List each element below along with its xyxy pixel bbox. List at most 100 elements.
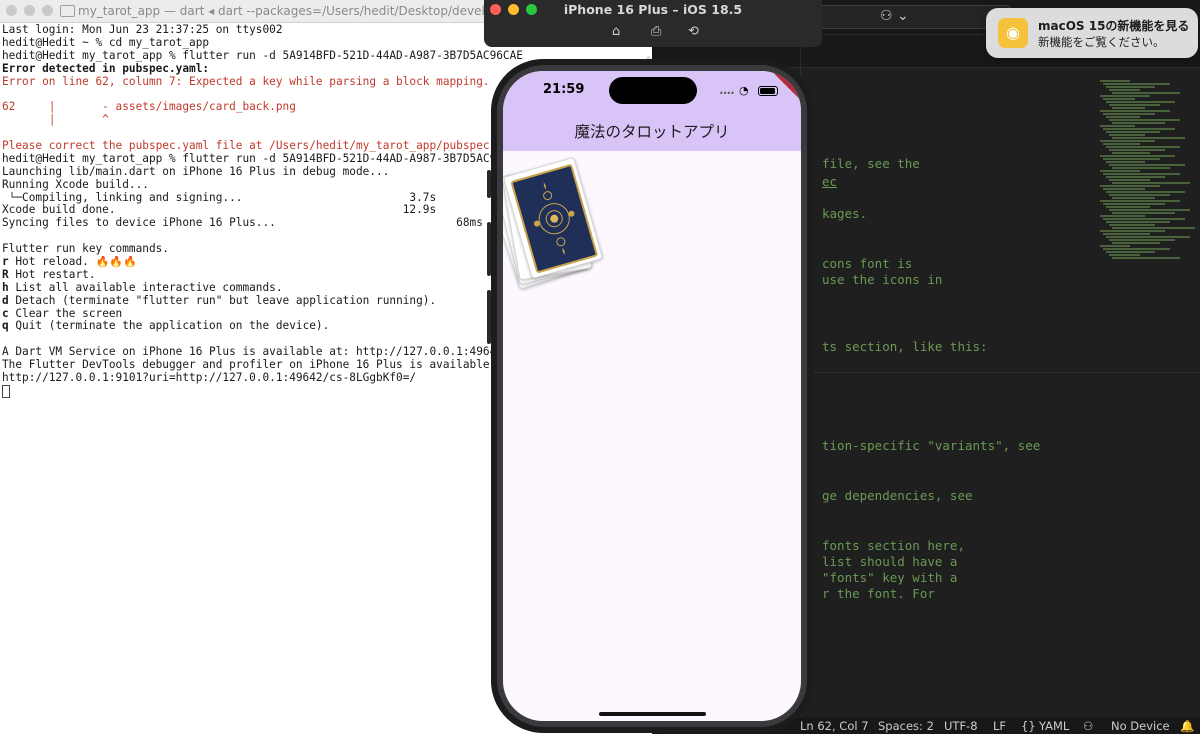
command-key: r [2,256,9,269]
minimap-line [1112,257,1180,259]
code-comment-line: ge dependencies, see [822,488,973,503]
command-description: Detach (terminate "flutter run" but leav… [8,294,437,307]
close-button[interactable] [6,5,17,16]
minimap-line [1103,128,1175,130]
code-comment-line: r the font. For [822,586,935,601]
wifi-icon: ◔ [739,84,749,97]
copilot-status-icon[interactable]: ⚇ [1083,719,1093,733]
command-description: Quit (terminate the application on the d… [8,320,330,333]
minimap-line [1106,131,1160,133]
code-comment-line: cons font is [822,256,913,271]
minimap-line [1112,182,1190,184]
minimap-line [1106,161,1145,163]
lightbulb-icon: ◉ [1006,23,1020,42]
minimap-line [1109,194,1170,196]
minimap-line [1106,146,1180,148]
celestial-sun-icon [533,182,575,256]
minimap-line [1103,218,1185,220]
minimap-line [1109,254,1140,256]
minimap-line [1100,200,1180,202]
home-indicator[interactable] [599,712,706,716]
minimap-line [1109,224,1155,226]
app-screen[interactable]: 21:59 •••• ◔ DEBUG 魔法のタロットアプリ [503,71,801,721]
command-description: Hot reload. 🔥🔥🔥 [8,256,137,269]
minimap-line [1100,125,1135,127]
iphone-device: 21:59 •••• ◔ DEBUG 魔法のタロットアプリ [491,59,813,733]
minimap-line [1112,167,1170,169]
minimap-line [1100,140,1155,142]
editor-rule [800,372,1200,373]
minimap-line [1109,119,1180,121]
editor-minimap[interactable] [1100,80,1195,270]
minimap-line [1109,239,1175,241]
minimap-line [1112,227,1195,229]
tarot-card-deck[interactable] [503,156,610,301]
cellular-signal-icon: •••• [719,89,735,98]
screenshot-icon[interactable]: ⎙ [651,24,661,39]
minimap-line [1109,149,1165,151]
braces-icon: {} [1021,719,1036,733]
minimap-line [1100,170,1140,172]
line-ending[interactable]: LF [993,719,1006,733]
device-selector[interactable]: No Device [1111,719,1170,733]
language-mode[interactable]: YAML [1039,719,1069,733]
indent-setting[interactable]: Spaces: 2 [878,719,934,733]
command-key: d [2,294,9,307]
notifications-bell-icon[interactable]: 🔔 [1180,719,1194,733]
minimap-line [1100,245,1130,247]
minimap-line [1109,209,1190,211]
cursor-position[interactable]: Ln 62, Col 7 [800,719,869,733]
terminal-title: my_tarot_app — dart ◂ dart --packages=/U… [78,4,500,18]
minimap-line [1103,173,1180,175]
minimap-line [1112,92,1180,94]
minimap-line [1112,122,1165,124]
minimap-line [1100,95,1150,97]
minimap-line [1109,89,1140,91]
command-key: h [2,281,9,294]
minimap-line [1100,185,1160,187]
battery-icon [758,86,778,96]
minimap-line [1103,233,1150,235]
status-time: 21:59 [543,82,585,97]
command-description: Hot restart. [8,268,96,281]
rotate-icon[interactable]: ⟲ [688,24,699,39]
minimap-line [1103,83,1170,85]
minimap-line [1100,215,1145,217]
code-comment-line: use the icons in [822,272,943,287]
minimap-line [1106,221,1170,223]
minimap-line [1112,137,1185,139]
notification-title: macOS 15の新機能を見る [1038,19,1190,33]
minimize-button[interactable] [24,5,35,16]
code-comment-line: fonts section here, [822,538,965,553]
minimap-line [1100,110,1170,112]
code-comment-line: ts section, like this: [822,339,988,354]
minimap-line [1112,212,1175,214]
home-icon[interactable]: ⌂ [612,24,620,39]
simulator-title: iPhone 16 Plus – iOS 18.5 [563,2,743,17]
app-bar: 21:59 •••• ◔ DEBUG 魔法のタロットアプリ [503,71,801,151]
minimap-line [1103,188,1145,190]
minimap-line [1112,197,1155,199]
minimap-line [1106,116,1140,118]
app-title: 魔法のタロットアプリ [574,123,730,141]
minimap-line [1103,158,1160,160]
minimap-line [1106,206,1150,208]
zoom-button[interactable] [42,5,53,16]
folder-icon [60,5,75,17]
minimap-line [1106,236,1190,238]
minimap-line [1103,203,1165,205]
copilot-icon[interactable]: ⚇ ⌄ [880,8,909,24]
minimap-line [1106,176,1165,178]
command-key: q [2,320,9,333]
encoding[interactable]: UTF-8 [944,719,978,733]
minimap-line [1109,134,1145,136]
notification-body: 新機能をご覧ください。 [1038,35,1165,49]
command-description: Clear the screen [8,307,123,320]
code-comment-line: ec [822,174,838,189]
macos-notification[interactable]: ◉ macOS 15の新機能を見る 新機能をご覧ください。 [986,8,1198,58]
minimap-line [1103,143,1140,145]
minimap-line [1106,101,1175,103]
minimap-line [1103,98,1135,100]
minimap-line [1106,191,1185,193]
command-key: c [2,307,9,320]
